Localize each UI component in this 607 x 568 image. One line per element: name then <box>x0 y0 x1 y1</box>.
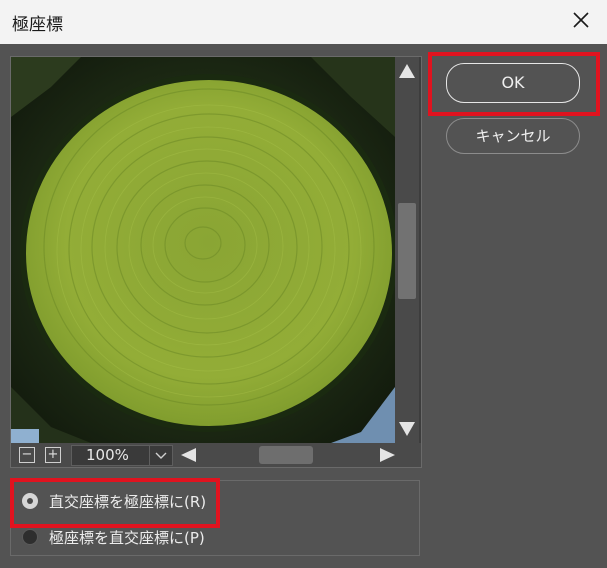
scroll-up-icon[interactable] <box>397 61 417 81</box>
vertical-scroll-thumb[interactable] <box>398 203 416 299</box>
option-rect-to-polar-label: 直交座標を極座標に(R) <box>49 493 207 511</box>
dialog-titlebar: 極座標 <box>0 0 607 44</box>
scroll-down-icon[interactable] <box>397 419 417 439</box>
zoom-bar: − + 100% <box>11 443 421 467</box>
preview-image[interactable] <box>11 57 395 443</box>
radio-unselected-icon[interactable] <box>22 529 38 545</box>
zoom-level-value: 100% <box>86 446 129 464</box>
zoom-in-button[interactable]: + <box>45 447 61 463</box>
conversion-options: 直交座標を極座標に(R) 極座標を直交座標に(P) <box>10 480 420 556</box>
cancel-button[interactable]: キャンセル <box>446 118 580 154</box>
option-polar-to-rect[interactable]: 極座標を直交座標に(P) <box>11 523 419 553</box>
close-icon[interactable] <box>569 8 593 32</box>
option-rect-to-polar[interactable]: 直交座標を極座標に(R) <box>11 487 419 517</box>
vertical-scrollbar[interactable] <box>395 57 419 443</box>
preview-panel: − + 100% <box>10 56 422 468</box>
chevron-down-icon[interactable] <box>149 446 172 465</box>
zoom-out-button[interactable]: − <box>19 447 35 463</box>
zoom-level-select[interactable]: 100% <box>71 445 173 466</box>
scroll-right-icon[interactable] <box>377 446 397 464</box>
option-polar-to-rect-label: 極座標を直交座標に(P) <box>49 529 205 547</box>
ok-button[interactable]: OK <box>446 63 580 103</box>
scroll-left-icon[interactable] <box>179 446 199 464</box>
radio-selected-icon[interactable] <box>22 493 38 509</box>
horizontal-scroll-thumb[interactable] <box>259 446 313 464</box>
dialog-title: 極座標 <box>12 15 63 35</box>
